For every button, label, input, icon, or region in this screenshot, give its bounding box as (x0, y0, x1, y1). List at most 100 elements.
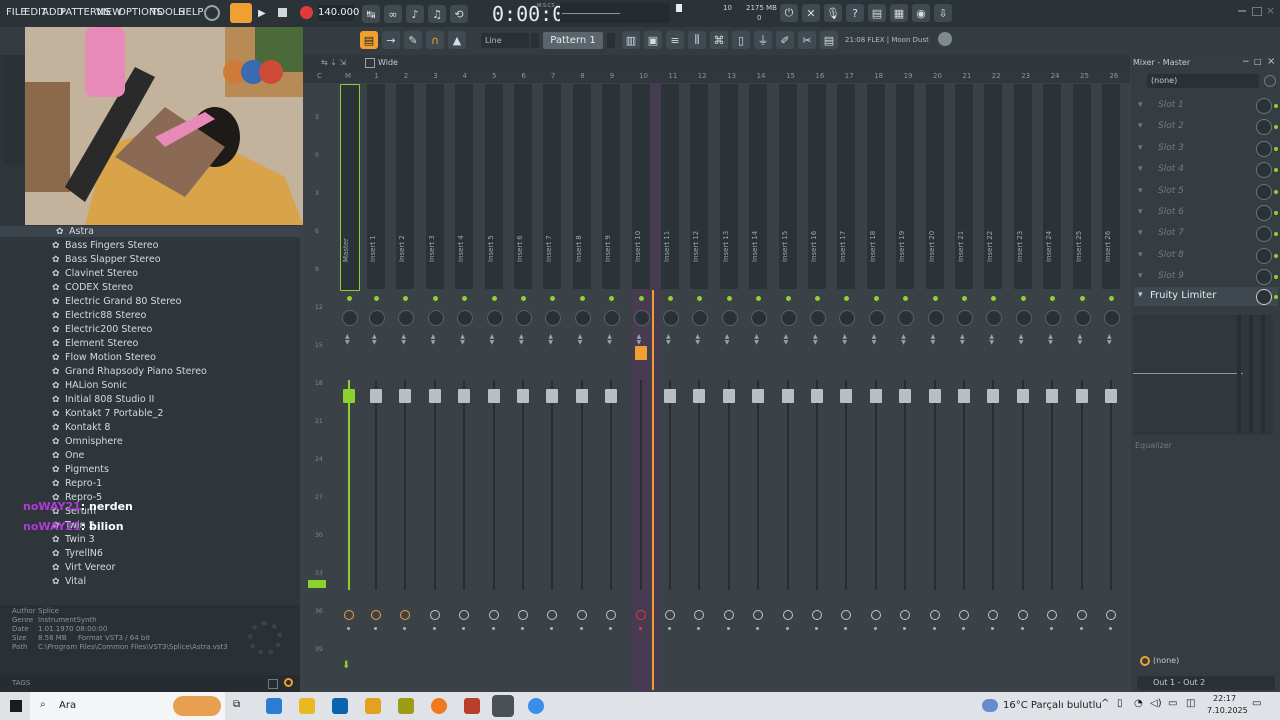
plug-icon[interactable]: ⏚ (754, 31, 772, 49)
volume-fader[interactable] (781, 389, 794, 403)
stamp-icon[interactable]: ▲ (448, 31, 466, 49)
tools-icon[interactable]: ✕ (802, 4, 820, 22)
record-icon[interactable] (300, 6, 313, 19)
fx-slot[interactable]: ▾ Slot 5 (1134, 183, 1278, 203)
routing-arrows-icon[interactable]: ▲ ▼ (784, 334, 789, 346)
browser-item[interactable]: ✿ One (52, 450, 84, 461)
pan-knob[interactable] (1104, 310, 1120, 326)
insert-strip[interactable]: Insert 24 ▲ ▼ (1040, 84, 1064, 684)
volume-fader[interactable] (840, 389, 853, 403)
mixer-preset[interactable]: Wide (378, 58, 398, 67)
browser-item[interactable]: ✿ Electric200 Stereo (52, 324, 152, 335)
pan-knob[interactable] (1015, 310, 1032, 326)
panic-icon[interactable]: ⏻ (780, 4, 798, 22)
send-dot[interactable] (462, 627, 466, 630)
weather-icon[interactable] (982, 699, 998, 712)
volume-fader[interactable] (987, 389, 1000, 403)
pan-knob[interactable] (957, 310, 973, 326)
record-arm-icon[interactable] (1047, 610, 1058, 620)
chat-icon[interactable]: ◉ (912, 4, 930, 22)
pan-knob[interactable] (810, 310, 826, 326)
fl-studio-icon[interactable] (431, 698, 447, 714)
browser-item[interactable]: ✿ TyrellN6 (52, 548, 103, 559)
piano-roll-icon[interactable]: ▥ (622, 31, 640, 49)
pan-knob[interactable] (369, 310, 385, 326)
plugin-manager-icon[interactable]: ▦ (890, 4, 908, 22)
insert-strip[interactable]: Insert 7 ▲ ▼ (540, 84, 564, 684)
fx-slot[interactable]: ▾ Slot 2 (1134, 118, 1278, 138)
volume-fader[interactable] (1016, 389, 1029, 403)
insert-strip[interactable]: Insert 13 ▲ ▼ (717, 84, 741, 684)
pan-knob[interactable] (839, 310, 856, 326)
send-dot[interactable] (668, 627, 671, 630)
panel-minimize-icon[interactable]: − (1242, 57, 1250, 67)
browser-item[interactable]: ✿ Initial 808 Studio II (52, 394, 154, 405)
send-dot[interactable] (374, 627, 377, 630)
close-icon[interactable]: × (1266, 4, 1275, 17)
routing-arrows-icon[interactable]: ▲ ▼ (725, 334, 730, 346)
send-dot[interactable] (550, 627, 554, 630)
strip-led[interactable] (844, 296, 850, 301)
strip-led[interactable] (873, 296, 879, 301)
send-dot[interactable] (347, 627, 350, 630)
pan-knob[interactable] (574, 310, 591, 326)
panel-close-icon[interactable]: × (1267, 56, 1275, 67)
routing-arrows-icon[interactable]: ▲ ▼ (754, 334, 759, 346)
fx-slot[interactable]: ▾ Slot 4 (1134, 161, 1278, 181)
send-dot[interactable] (521, 627, 524, 630)
insert-strip[interactable]: Insert 4 ▲ ▼ (452, 84, 476, 684)
fader-icon[interactable]: ⫼ (688, 31, 706, 49)
typing-keyboard-icon[interactable]: ↹ (362, 5, 380, 23)
slot-led[interactable] (1274, 146, 1278, 151)
routing-arrows-icon[interactable]: ▲ ▼ (637, 334, 642, 346)
pan-knob[interactable] (1045, 310, 1062, 326)
pan-knob[interactable] (692, 310, 709, 326)
fx-slot[interactable]: ▾ Slot 3 (1134, 140, 1278, 160)
strip-led[interactable] (932, 296, 938, 301)
record-arm-icon[interactable] (812, 610, 822, 620)
tempo-display[interactable]: 140.000 (318, 5, 359, 21)
volume-fader[interactable] (1046, 389, 1059, 403)
notifications-icon[interactable]: ▭ (1252, 698, 1261, 709)
record-arm-icon[interactable] (488, 610, 499, 620)
insert-strip[interactable]: Insert 16 ▲ ▼ (805, 84, 829, 684)
record-arm-icon[interactable] (694, 610, 705, 620)
insert-strip[interactable]: Insert 25 ▲ ▼ (1070, 84, 1094, 684)
browser-item[interactable]: ✿ Flow Motion Stereo (52, 352, 156, 363)
pattern-song-toggle[interactable] (230, 3, 252, 23)
outlook-icon[interactable] (332, 698, 348, 714)
browser-icon[interactable]: ▤ (820, 31, 838, 49)
browser-item[interactable]: ✿ Bass Fingers Stereo (52, 240, 158, 251)
microphone-icon[interactable]: 🎙 (824, 4, 842, 22)
record-arm-icon[interactable] (782, 610, 793, 620)
output-select[interactable]: Out 1 - Out 2 (1137, 676, 1275, 690)
browser-item[interactable]: ✿ Electric Grand 80 Stereo (52, 296, 181, 307)
browser-item[interactable]: ✿ Virt Vereor (52, 562, 115, 573)
insert-strip[interactable]: Insert 6 ▲ ▼ (511, 84, 535, 684)
volume-fader[interactable] (722, 389, 735, 403)
insert-strip[interactable]: Insert 10 ▲ ▼ (629, 84, 653, 684)
mix-knob[interactable] (1256, 226, 1272, 243)
windows-start-icon[interactable] (10, 700, 22, 712)
send-dot[interactable] (432, 627, 436, 630)
slot-led[interactable] (1274, 125, 1278, 130)
send-dot[interactable] (1050, 627, 1054, 630)
chevron-up-icon[interactable]: ^ (1101, 698, 1109, 709)
insert-strip[interactable]: Insert 5 ▲ ▼ (482, 84, 506, 684)
pan-knob[interactable] (427, 310, 444, 326)
routing-arrows-icon[interactable]: ▲ ▼ (431, 334, 436, 346)
chrome-icon[interactable] (528, 698, 544, 714)
pan-knob[interactable] (1074, 310, 1091, 326)
browser-item[interactable]: ✿ Repro-1 (52, 478, 102, 489)
strip-led[interactable] (1050, 296, 1056, 301)
volume-fader[interactable] (546, 389, 559, 403)
record-arm-icon[interactable] (665, 610, 675, 620)
pan-knob[interactable] (516, 310, 532, 326)
mix-knob[interactable] (1256, 140, 1272, 157)
input-select[interactable]: (none) (1147, 74, 1259, 88)
volume-fader[interactable] (605, 389, 618, 403)
slot-led[interactable] (1274, 295, 1278, 299)
browser-item[interactable]: ✿ Element Stereo (52, 338, 138, 349)
pattern-next[interactable] (607, 33, 615, 48)
panel-maximize-icon[interactable]: □ (1254, 57, 1262, 66)
